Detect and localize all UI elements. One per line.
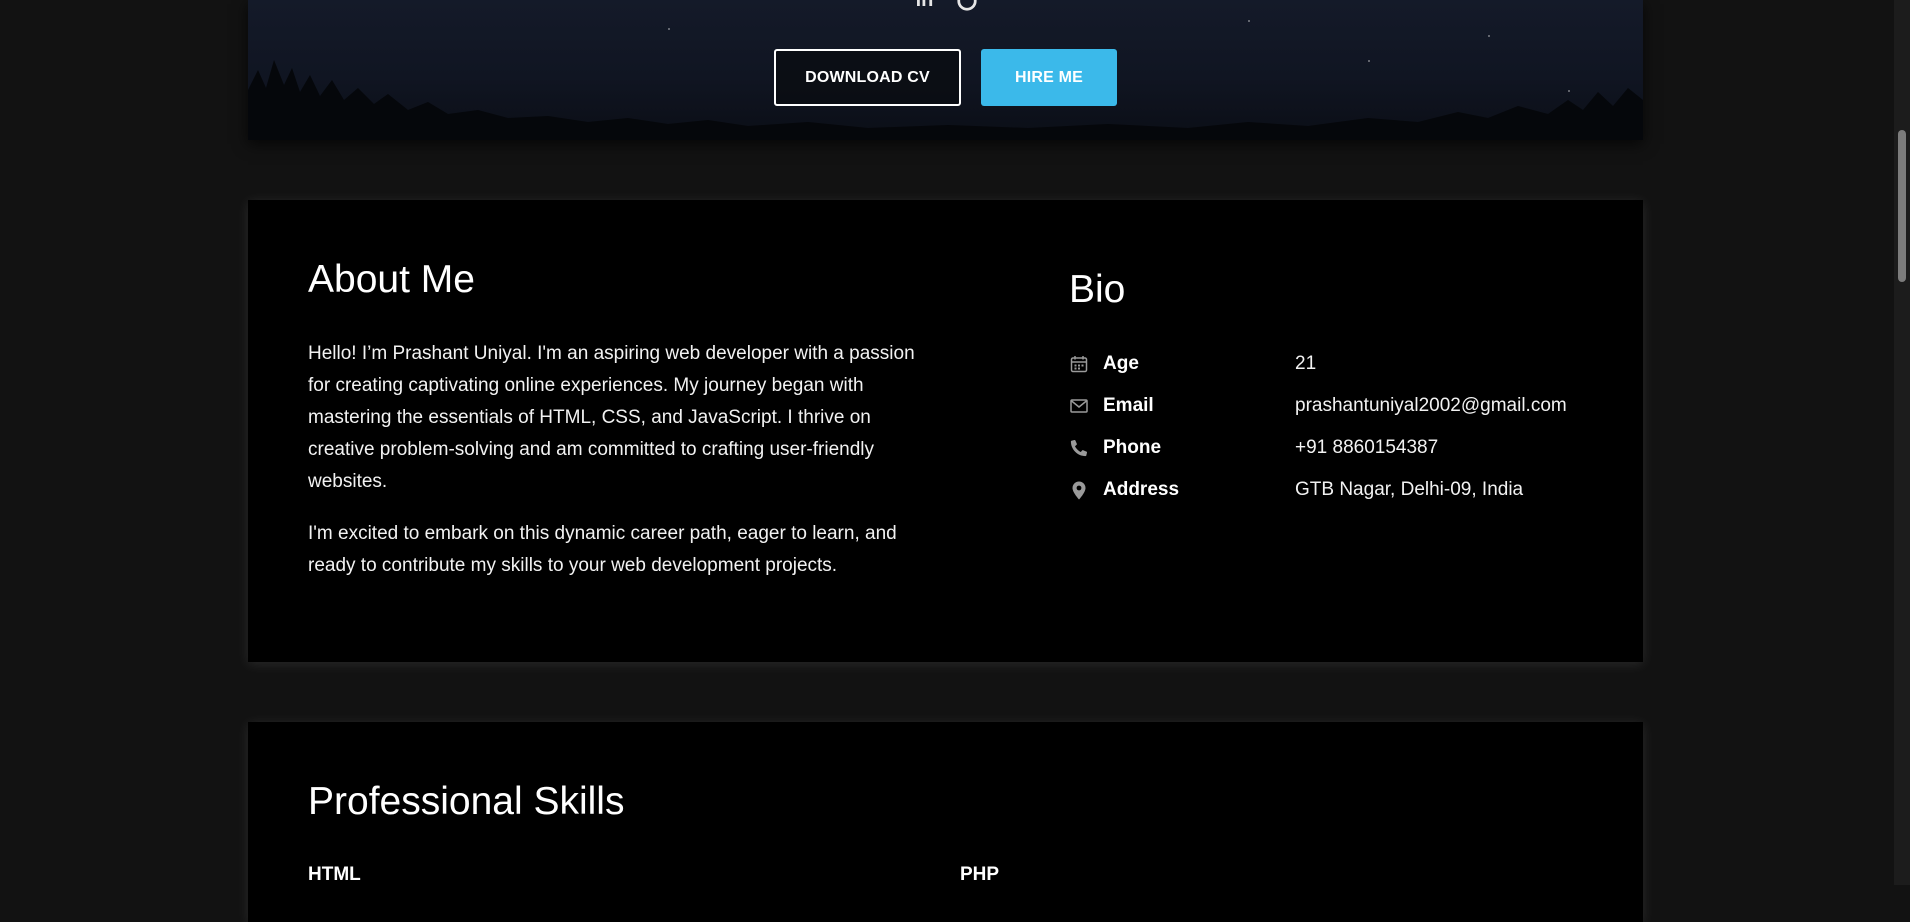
github-icon[interactable]: [955, 0, 979, 11]
about-section: About Me Hello! I’m Prashant Uniyal. I'm…: [248, 200, 1643, 662]
skills-section: Professional Skills HTML PHP: [248, 722, 1643, 922]
map-pin-icon: [1069, 480, 1089, 500]
hero-buttons: DOWNLOAD CV HIRE ME: [248, 49, 1643, 106]
star: [1248, 20, 1250, 22]
bio-key-email: Email: [1103, 395, 1154, 416]
hero-section: in DOWNLOAD CV HIRE ME: [248, 0, 1643, 140]
skill-label-html: HTML: [308, 864, 361, 885]
bio-key-phone: Phone: [1103, 437, 1162, 458]
bio-value-age: 21: [1295, 353, 1317, 374]
bio-row-phone: Phone +91 8860154387: [1069, 434, 1438, 462]
download-cv-button[interactable]: DOWNLOAD CV: [774, 49, 961, 106]
bio-row-email: Email prashantuniyal2002@gmail.com: [1069, 392, 1567, 420]
envelope-icon: [1069, 396, 1089, 416]
bio-title: Bio: [1069, 268, 1126, 311]
bio-row-address: Address GTB Nagar, Delhi-09, India: [1069, 476, 1523, 504]
bio-value-address: GTB Nagar, Delhi-09, India: [1295, 479, 1524, 500]
linkedin-icon[interactable]: in: [913, 0, 937, 10]
page: in DOWNLOAD CV HIRE ME About Me Hello! I…: [0, 0, 1910, 922]
about-title: About Me: [308, 258, 475, 301]
bio-row-age: Age 21: [1069, 350, 1316, 378]
calendar-icon: [1069, 354, 1089, 374]
bio-value-phone[interactable]: +91 8860154387: [1295, 437, 1438, 459]
social-links: in: [248, 0, 1643, 11]
bio-key-address: Address: [1103, 479, 1180, 500]
bio-key-age: Age: [1103, 353, 1139, 374]
skills-title: Professional Skills: [308, 780, 625, 823]
bio-value-email[interactable]: prashantuniyal2002@gmail.com: [1295, 395, 1567, 417]
scrollbar[interactable]: [1894, 0, 1910, 885]
phone-icon: [1069, 438, 1089, 458]
about-paragraph-1: Hello! I’m Prashant Uniyal. I'm an aspir…: [308, 343, 915, 492]
skill-label-php: PHP: [960, 864, 1000, 885]
about-paragraph-2: I'm excited to embark on this dynamic ca…: [308, 523, 897, 576]
scrollbar-thumb[interactable]: [1898, 130, 1906, 282]
hire-me-button[interactable]: HIRE ME: [981, 49, 1117, 106]
